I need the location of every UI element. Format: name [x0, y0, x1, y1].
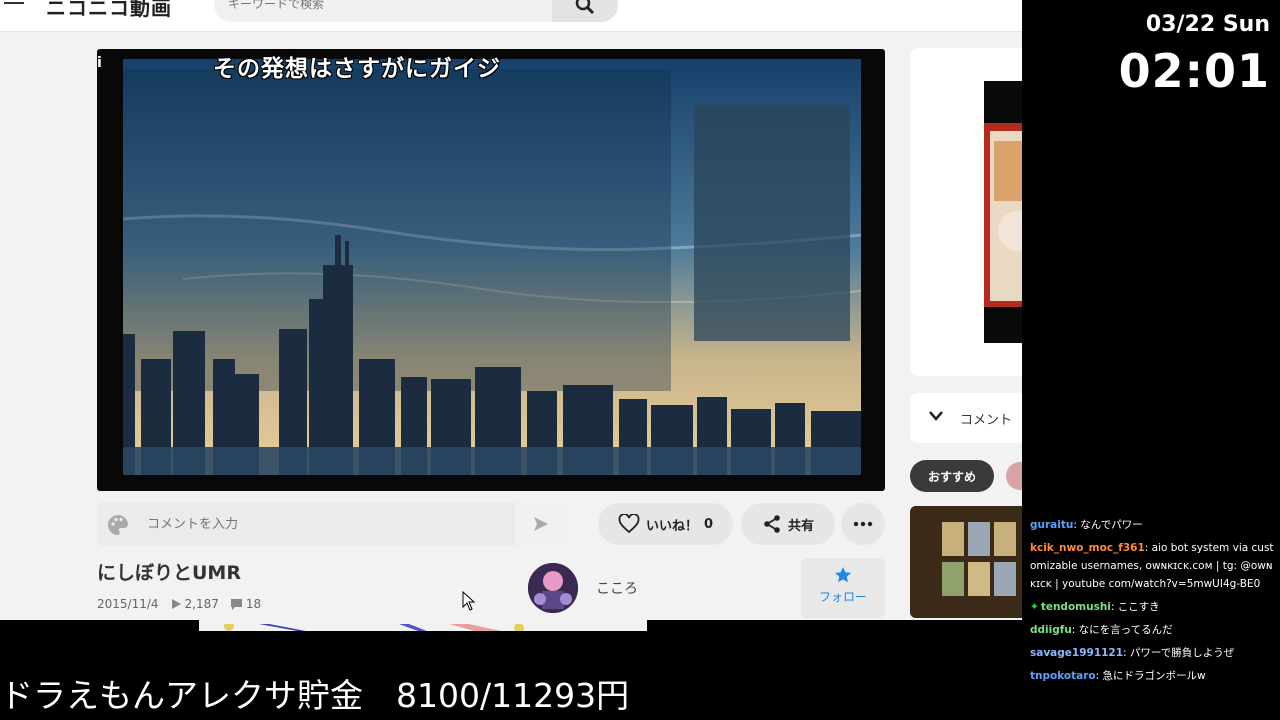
comment-count: 18	[230, 597, 261, 611]
overlay-date: 03/22 Sun	[1145, 12, 1270, 37]
overlay-clock: 02:01	[1118, 44, 1270, 98]
follow-button[interactable]: フォロー	[801, 558, 885, 618]
palette-icon[interactable]	[107, 514, 129, 536]
comment-input[interactable]	[147, 514, 507, 534]
side-video-thumbnail[interactable]	[984, 81, 1022, 343]
chat-text: : なんでパワー	[1073, 519, 1143, 531]
like-button[interactable]: いいね！ 0	[598, 503, 733, 545]
view-count: 2,187	[171, 597, 219, 611]
search-icon	[575, 0, 595, 15]
chat-badge-icon: ✦	[1030, 601, 1039, 613]
mouse-cursor-icon	[462, 591, 476, 611]
recommended-thumbnail	[910, 506, 1022, 618]
chat-message: tnpokotaro: 急にドラゴンボールw	[1030, 667, 1276, 685]
chat-text: : 急にドラゴンボールw	[1095, 670, 1206, 682]
share-label: 共有	[787, 518, 814, 534]
send-icon	[534, 517, 548, 531]
thumbnail-image	[984, 81, 1022, 343]
chat-message: ✦ tendomushi: ここすき	[1030, 598, 1276, 616]
tab-recommended[interactable]: おすすめ	[910, 460, 994, 492]
share-button[interactable]: 共有	[741, 503, 835, 545]
hamburger-menu-icon[interactable]	[4, 0, 24, 10]
chat-text: : パワーで勝負しようぜ	[1123, 647, 1235, 659]
like-label: いいね！	[645, 518, 698, 534]
star-icon	[835, 567, 851, 583]
search-box	[214, 0, 618, 22]
chat-username: ddiigfu	[1030, 624, 1072, 636]
chat-text: : ここすき	[1110, 601, 1160, 613]
cropped-image-strip	[199, 620, 647, 631]
side-recommended-video[interactable]	[910, 506, 1022, 618]
share-icon	[764, 515, 780, 533]
play-count-icon	[171, 599, 181, 609]
chat-message: savage1991121: パワーで勝負しようぜ	[1030, 644, 1276, 662]
comment-count-icon	[230, 598, 242, 610]
player-corner-mark: i	[97, 55, 102, 71]
chat-message: ddiigfu: なにを言ってるんだ	[1030, 621, 1276, 639]
chat-username: savage1991121	[1030, 647, 1124, 659]
chat-message: guraitu: なんでパワー	[1030, 516, 1276, 534]
chat-text: : なにを言ってるんだ	[1071, 624, 1173, 636]
chat-username: tnpokotaro	[1030, 670, 1096, 682]
video-player[interactable]: i その発想はさすがにガイジ	[97, 49, 885, 491]
strip-art	[199, 621, 647, 631]
chat-feed: guraitu: なんでパワー kcik_nwo_moc_f361: aio bo…	[1030, 516, 1276, 690]
comment-toggle-label: コメント	[960, 413, 1013, 428]
uploader-avatar[interactable]	[528, 563, 578, 613]
search-input[interactable]	[228, 0, 548, 12]
top-bar: ニコニコ動画	[0, 0, 1022, 32]
stream-overlay-panel: 03/22 Sun 02:01 guraitu: なんでパワー kcik_nwo_…	[1022, 0, 1280, 720]
more-dots-icon	[853, 521, 873, 527]
chevron-down-icon	[929, 411, 943, 421]
follow-label: フォロー	[818, 590, 867, 604]
send-comment-button[interactable]	[515, 502, 567, 546]
like-count: 0	[703, 516, 714, 532]
chat-message: kcik_nwo_moc_f361: aio bot system via cu…	[1030, 539, 1276, 593]
heart-icon	[618, 514, 640, 534]
avatar-image	[528, 563, 578, 613]
comment-list-toggle[interactable]: コメント	[910, 393, 1022, 443]
chat-username: guraitu	[1030, 519, 1074, 531]
uploader-name[interactable]: こころ	[596, 578, 638, 598]
video-title: にしぼりとUMR	[97, 562, 241, 584]
niconico-page: ニコニコ動画 キーワードで検索 i その発想はさすがにガイジ コメントを入力 い…	[0, 0, 1022, 620]
upload-date: 2015/11/4	[97, 597, 159, 611]
chat-username: kcik_nwo_moc_f361	[1030, 542, 1145, 554]
video-frame-skyline	[123, 59, 861, 475]
tab-avatar[interactable]	[1006, 462, 1022, 490]
chat-username: tendomushi	[1040, 601, 1111, 613]
site-logo[interactable]: ニコニコ動画	[46, 0, 172, 21]
danmaku-comment: その発想はさすがにガイジ	[213, 56, 501, 82]
comment-bar	[97, 502, 567, 546]
search-button[interactable]	[552, 0, 618, 22]
video-meta: 2015/11/4 2,187 18	[97, 597, 261, 611]
donation-progress-text: ドラえもんアレクサ貯金 8100/11293円	[0, 676, 630, 715]
more-options-button[interactable]	[841, 503, 885, 545]
